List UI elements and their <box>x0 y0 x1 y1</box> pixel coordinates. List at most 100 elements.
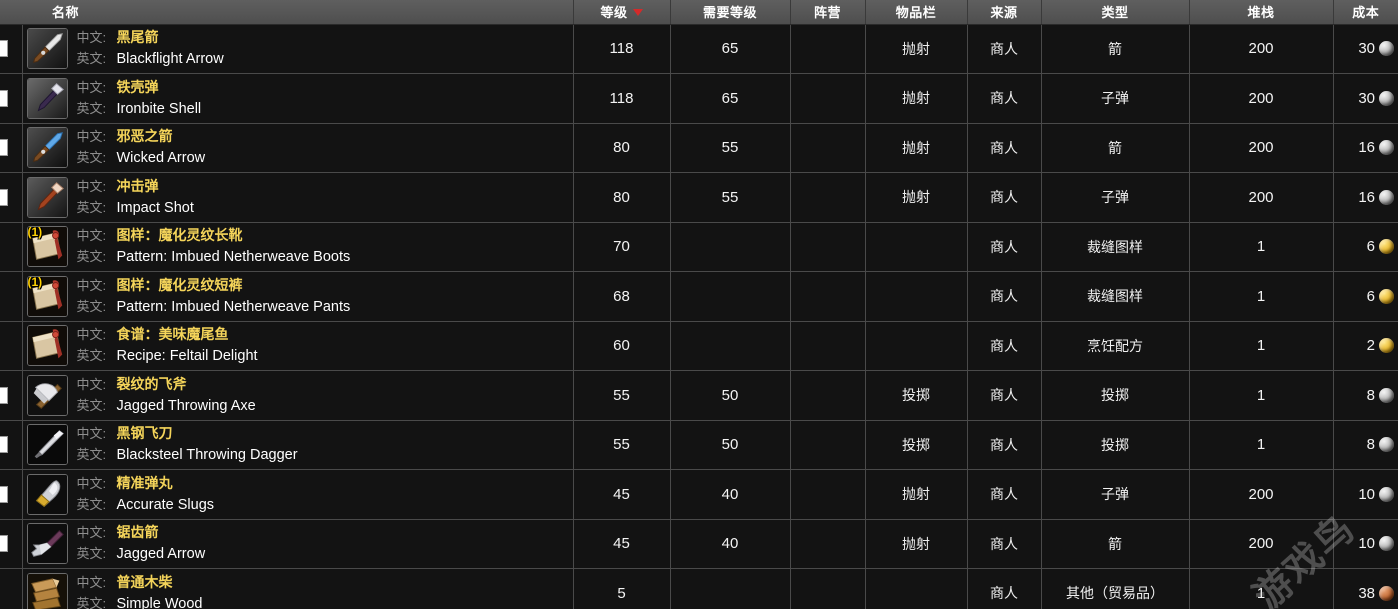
slug-bullet-icon[interactable] <box>26 473 68 515</box>
table-row[interactable]: 中文: 冲击弹 英文: Impact Shot 80 55 抛射 商人 子弹 200 16 <box>0 172 1398 223</box>
table-row[interactable]: (1) 中文: 图样：魔化灵纹短裤 英文: Pattern: Imbued Nether… <box>0 271 1398 322</box>
row-checkbox[interactable] <box>0 535 8 553</box>
item-name-cn[interactable]: 黑钢飞刀 <box>117 424 173 443</box>
item-name-cn[interactable]: 铁壳弹 <box>117 78 159 97</box>
row-select-cell[interactable] <box>0 172 23 223</box>
table-row[interactable]: 中文: 邪恶之箭 英文: Wicked Arrow 80 55 抛射 商人箭 200 16 <box>0 123 1398 173</box>
row-select-cell[interactable] <box>0 420 23 470</box>
row-checkbox[interactable] <box>0 40 8 58</box>
item-name-en[interactable]: Accurate Slugs <box>117 496 215 515</box>
item-name-en[interactable]: Pattern: Imbued Netherweave Boots <box>117 248 351 267</box>
row-checkbox[interactable] <box>0 139 8 157</box>
item-name-cn-row: 中文: 裂纹的飞斧 <box>77 375 256 394</box>
scroll-pattern-icon[interactable]: (1) <box>26 275 68 317</box>
header-required-level[interactable]: 需要等级 <box>670 0 791 25</box>
item-name-cell[interactable]: 中文: 食谱：美味魔尾鱼 英文: Recipe: Feltail Delight <box>22 321 574 371</box>
item-name-cell[interactable]: (1) 中文: 图样：魔化灵纹短裤 英文: Pattern: Imbued Nether… <box>22 271 574 322</box>
header-level[interactable]: 等级 <box>573 0 671 25</box>
header-type[interactable]: 类型 <box>1041 0 1190 25</box>
row-checkbox[interactable] <box>0 89 8 107</box>
table-row[interactable]: 中文: 黑尾箭 英文: Blackflight Arrow 118 65 抛射 商人箭 200 3… <box>0 24 1398 74</box>
table-row[interactable]: 中文: 食谱：美味魔尾鱼 英文: Recipe: Feltail Delight 60 商… <box>0 321 1398 371</box>
arrow-blue-icon[interactable] <box>26 127 68 169</box>
row-checkbox[interactable] <box>0 485 8 503</box>
row-checkbox[interactable] <box>0 188 8 206</box>
item-name-en[interactable]: Ironbite Shell <box>117 100 202 119</box>
item-name-cell[interactable]: 中文: 黑尾箭 英文: Blackflight Arrow <box>22 24 574 74</box>
header-faction[interactable]: 阵营 <box>790 0 866 25</box>
arrow-black-icon[interactable] <box>26 28 68 70</box>
header-row: 名称 等级 需要等级 阵营 物品栏 来源 类型 堆栈 成本 <box>0 0 1398 25</box>
throwing-dagger-icon[interactable] <box>26 424 68 466</box>
bullet-purple-icon[interactable] <box>26 77 68 119</box>
item-name-cell[interactable]: 中文: 精准弹丸 英文: Accurate Slugs <box>22 469 574 520</box>
item-table: 名称 等级 需要等级 阵营 物品栏 来源 类型 堆栈 成本 中文: 黑尾箭 英文: B… <box>0 0 1398 609</box>
table-row[interactable]: 中文: 裂纹的飞斧 英文: Jagged Throwing Axe 55 50 投掷 商人 投掷… <box>0 370 1398 421</box>
scroll-recipe-icon[interactable] <box>26 325 68 367</box>
header-stack[interactable]: 堆栈 <box>1189 0 1334 25</box>
row-select-cell[interactable] <box>0 73 23 124</box>
table-row[interactable]: 中文: 黑钢飞刀 英文: Blacksteel Throwing Dagger 55 50… <box>0 420 1398 470</box>
item-name-cn[interactable]: 冲击弹 <box>117 177 159 196</box>
item-name-en[interactable]: Impact Shot <box>117 199 194 218</box>
item-name-cell[interactable]: 中文: 裂纹的飞斧 英文: Jagged Throwing Axe <box>22 370 574 421</box>
header-slot[interactable]: 物品栏 <box>865 0 968 25</box>
row-checkbox[interactable] <box>0 386 8 404</box>
item-name-en[interactable]: Jagged Throwing Axe <box>117 397 256 416</box>
table-row[interactable]: 中文: 锯齿箭 英文: Jagged Arrow 45 40 抛射 商人箭 200 10 <box>0 519 1398 569</box>
item-name-cell[interactable]: 中文: 普通木柴 英文: Simple Wood <box>22 568 574 609</box>
item-name-en[interactable]: Recipe: Feltail Delight <box>117 347 258 366</box>
item-name-en[interactable]: Wicked Arrow <box>117 149 206 168</box>
item-name-en[interactable]: Simple Wood <box>117 595 203 609</box>
item-source-cell: 商人 <box>967 568 1042 609</box>
cost-value: 6 <box>1366 287 1375 305</box>
item-name-en[interactable]: Blacksteel Throwing Dagger <box>117 446 298 465</box>
table-row[interactable]: (1) 中文: 图样：魔化灵纹长靴 英文: Pattern: Imbued Nether… <box>0 222 1398 272</box>
item-name-cn[interactable]: 精准弹丸 <box>117 474 173 493</box>
item-name-cell[interactable]: 中文: 邪恶之箭 英文: Wicked Arrow <box>22 123 574 173</box>
item-name-cn[interactable]: 锯齿箭 <box>117 523 159 542</box>
header-cost[interactable]: 成本 <box>1333 0 1398 25</box>
item-name-cell[interactable]: 中文: 冲击弹 英文: Impact Shot <box>22 172 574 223</box>
jagged-arrow-icon[interactable] <box>26 523 68 565</box>
bullet-red-icon[interactable] <box>26 176 68 218</box>
label-chinese: 中文: <box>76 277 107 293</box>
throwing-axe-icon[interactable] <box>26 374 68 416</box>
item-name-cn[interactable]: 普通木柴 <box>117 573 173 592</box>
item-name-cn[interactable]: 图样：魔化灵纹长靴 <box>117 226 243 245</box>
item-name-cell[interactable]: 中文: 黑钢飞刀 英文: Blacksteel Throwing Dagger <box>22 420 574 470</box>
row-select-cell[interactable] <box>0 370 23 421</box>
item-name-cn[interactable]: 黑尾箭 <box>117 28 159 47</box>
label-chinese: 中文: <box>76 129 107 145</box>
item-name-cell[interactable]: 中文: 铁壳弹 英文: Ironbite Shell <box>22 73 574 124</box>
item-name-cn[interactable]: 裂纹的飞斧 <box>117 375 187 394</box>
cost-wrap: 16 <box>1358 189 1394 206</box>
item-name-en[interactable]: Pattern: Imbued Netherweave Pants <box>117 298 351 317</box>
row-select-cell[interactable] <box>0 123 23 173</box>
item-name-cn[interactable]: 邪恶之箭 <box>117 127 173 146</box>
table-row[interactable]: 中文: 铁壳弹 英文: Ironbite Shell 118 65 抛射 商人 子弹 200 30 <box>0 73 1398 124</box>
row-select-cell[interactable] <box>0 469 23 520</box>
item-name-cn[interactable]: 食谱：美味魔尾鱼 <box>117 325 229 344</box>
wood-plank-icon[interactable] <box>26 572 68 609</box>
item-required-level-cell: 55 <box>670 123 791 173</box>
item-name-en[interactable]: Blackflight Arrow <box>117 50 224 69</box>
header-select-all[interactable] <box>0 0 22 25</box>
header-name[interactable]: 名称 <box>22 0 574 25</box>
scroll-pattern-icon[interactable]: (1) <box>26 226 68 268</box>
item-required-level-cell <box>670 222 791 272</box>
row-select-cell[interactable] <box>0 519 23 569</box>
item-name-cn[interactable]: 图样：魔化灵纹短裤 <box>117 276 243 295</box>
row-select-cell[interactable] <box>0 24 23 74</box>
header-source[interactable]: 来源 <box>967 0 1042 25</box>
item-name-cell[interactable]: (1) 中文: 图样：魔化灵纹长靴 英文: Pattern: Imbued Nether… <box>22 222 574 272</box>
item-name-lines: 中文: 锯齿箭 英文: Jagged Arrow <box>77 523 206 564</box>
silver-coin-icon <box>1379 486 1394 502</box>
table-row[interactable]: 中文: 精准弹丸 英文: Accurate Slugs 45 40 抛射 商人 子弹 200 10 <box>0 469 1398 520</box>
item-list-page: 名称 等级 需要等级 阵营 物品栏 来源 类型 堆栈 成本 中文: 黑尾箭 英文: B… <box>0 0 1398 609</box>
item-type-cell: 投掷 <box>1041 420 1190 470</box>
item-name-cell[interactable]: 中文: 锯齿箭 英文: Jagged Arrow <box>22 519 574 569</box>
row-checkbox[interactable] <box>0 436 8 454</box>
item-name-en[interactable]: Jagged Arrow <box>117 545 206 564</box>
table-row[interactable]: 中文: 普通木柴 英文: Simple Wood 5 商人 其他（贸易品） 1 38 <box>0 568 1398 609</box>
